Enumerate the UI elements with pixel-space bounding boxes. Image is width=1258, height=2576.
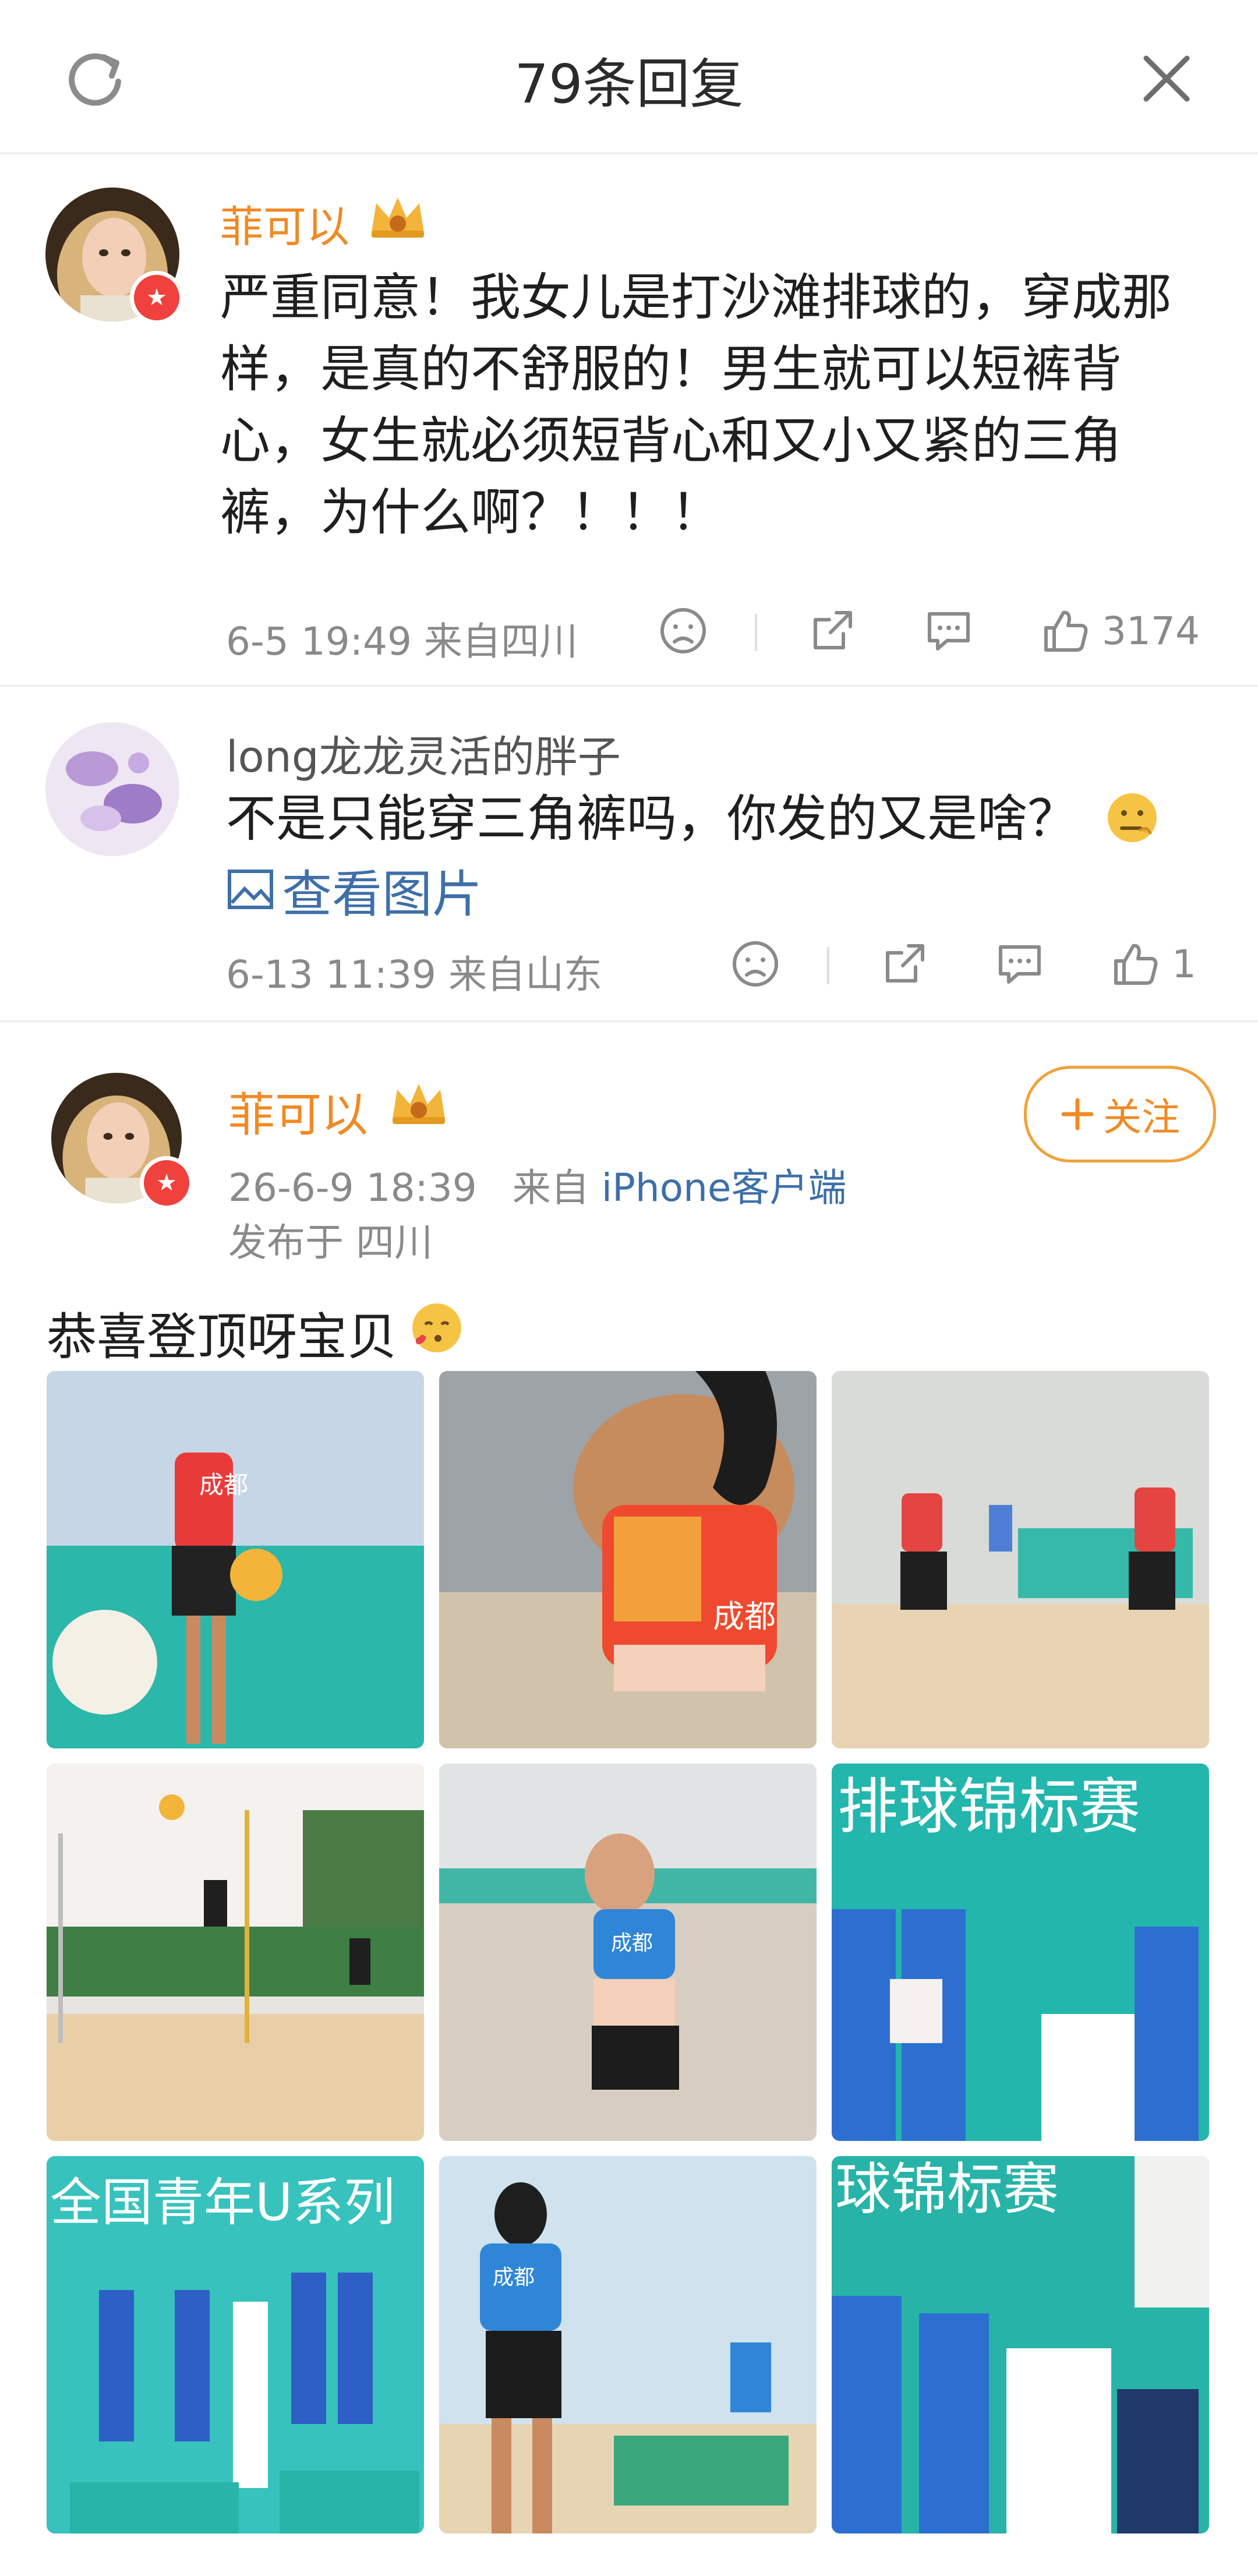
page-title: 79条回复	[514, 53, 744, 115]
crown-badge-icon	[387, 1075, 451, 1130]
post-location: 发布于 四川	[228, 1220, 433, 1265]
verified-badge-icon: ★	[130, 271, 183, 324]
post-client[interactable]: iPhone客户端	[602, 1165, 847, 1210]
post-photo[interactable]	[832, 1371, 1209, 1748]
post-date: 26-6-9 18:39	[228, 1165, 477, 1210]
avatar[interactable]	[45, 722, 179, 856]
comment-icon[interactable]	[995, 939, 1045, 991]
action-divider	[755, 614, 757, 651]
comment-text: 不是只能穿三角裤吗，你发的又是啥？	[226, 790, 1077, 848]
crown-badge-icon	[366, 189, 430, 243]
post-photo[interactable]: 全国青年U系列	[47, 2156, 424, 2533]
follow-label: 关注	[1103, 1095, 1180, 1140]
kiss-emoji-icon	[409, 1300, 465, 1358]
photo-label: 球锦标赛	[835, 2157, 1059, 2222]
post-photo[interactable]: 成都	[47, 1371, 424, 1748]
image-icon	[228, 869, 273, 909]
thumb-up-icon	[1044, 610, 1088, 652]
comment-username[interactable]: long龙龙灵活的胖子	[226, 722, 621, 785]
post-photo[interactable]: 成都	[439, 1764, 817, 2141]
reply-header: 79条回复	[0, 0, 1258, 154]
dislike-icon[interactable]	[658, 606, 708, 658]
post-photo[interactable]: 成都	[439, 2156, 817, 2533]
comment-time-location: 6-13 11:39 来自山东	[226, 952, 602, 997]
share-icon[interactable]	[807, 606, 857, 658]
like-count: 3174	[1102, 608, 1200, 653]
plus-icon	[1061, 1098, 1094, 1130]
post-username[interactable]: 菲可以	[228, 1077, 368, 1145]
comment-time-location: 6-5 19:49 来自四川	[226, 619, 578, 664]
view-image-link[interactable]: 查看图片	[226, 853, 482, 926]
post-text-content: 恭喜登顶呀宝贝	[47, 1308, 397, 1366]
like-button[interactable]: 3174	[1040, 606, 1200, 656]
view-image-label: 查看图片	[282, 865, 482, 924]
post-text: 恭喜登顶呀宝贝	[47, 1296, 397, 1369]
divider	[0, 685, 1258, 687]
like-count: 1	[1172, 941, 1196, 987]
photo-label: 成都	[611, 1931, 653, 1955]
divider	[0, 1020, 1258, 1022]
post-date-source: 26-6-9 18:39 来自 iPhone客户端	[228, 1157, 847, 1213]
post-photo[interactable]	[47, 1764, 424, 2141]
photo-label: 排球锦标赛	[838, 1771, 1140, 1842]
post-photo[interactable]: 成都	[439, 1371, 817, 1748]
photo-label: 成都	[713, 1598, 776, 1635]
share-icon[interactable]	[879, 939, 930, 991]
action-divider	[827, 947, 829, 984]
dislike-icon[interactable]	[730, 939, 780, 991]
post-source-prefix: 来自	[512, 1165, 589, 1210]
close-icon[interactable]	[1129, 41, 1204, 116]
comment-icon[interactable]	[924, 606, 974, 658]
thumb-up-icon	[1114, 944, 1158, 985]
like-button[interactable]: 1	[1110, 939, 1196, 989]
photo-label: 成都	[199, 1471, 248, 1499]
comment-username[interactable]: 菲可以	[220, 192, 349, 255]
photo-label: 全国青年U系列	[50, 2172, 395, 2232]
photo-label: 成都	[493, 2266, 535, 2289]
thinking-emoji-icon	[1104, 790, 1160, 848]
post-photo[interactable]: 排球锦标赛	[832, 1764, 1209, 2141]
post-photo[interactable]: 球锦标赛	[832, 2156, 1209, 2533]
verified-badge-icon: ★	[140, 1156, 193, 1210]
comment-text: 严重同意！我女儿是打沙滩排球的，穿成那样，是真的不舒服的！男生就可以短裤背心，女…	[220, 268, 1172, 542]
follow-button[interactable]: 关注	[1024, 1066, 1216, 1162]
